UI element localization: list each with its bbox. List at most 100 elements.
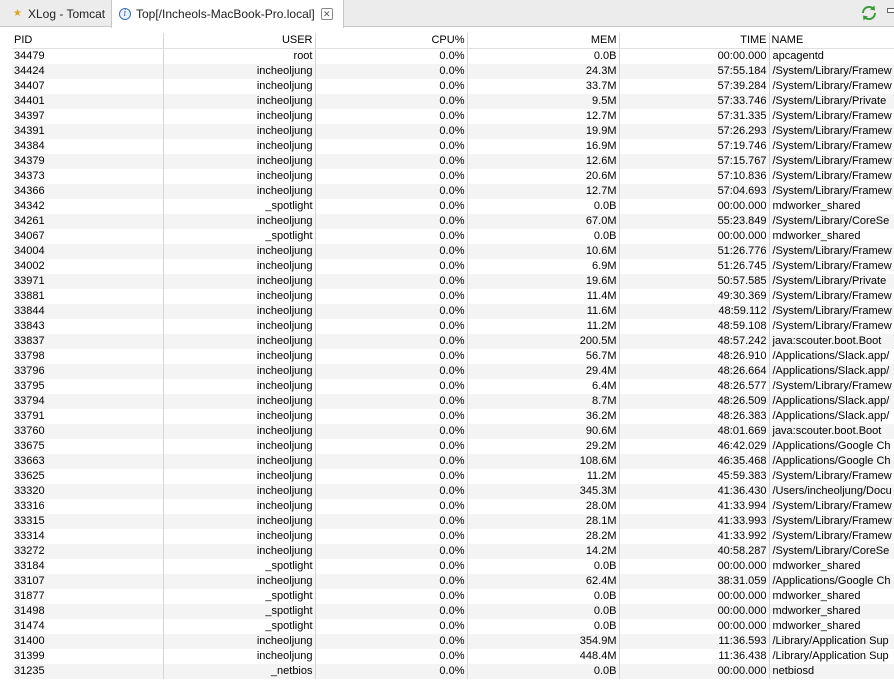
time-cell: 38:31.059: [618, 574, 769, 589]
table-row[interactable]: 34397 incheoljung 0.0% 12.7M 57:31.335/Syste…: [12, 109, 894, 124]
table-row[interactable]: 33798 incheoljung 0.0% 56.7M 48:26.910/Appli…: [12, 349, 894, 364]
table-row[interactable]: 33971 incheoljung 0.0% 19.6M 50:57.585/Syste…: [12, 274, 894, 289]
table-row[interactable]: 31474 _spotlight 0.0% 0.0B 00:00.000 mdworker…: [12, 619, 894, 634]
pid-cell: 31474: [12, 619, 163, 634]
time-cell: 46:42.029: [618, 439, 769, 454]
table-row[interactable]: 33314 incheoljung 0.0% 28.2M 41:33.992/Syste…: [12, 529, 894, 544]
refresh-icon[interactable]: [860, 4, 878, 22]
mem-cell: 9.5M: [466, 94, 619, 109]
table-row[interactable]: 31399 incheoljung 0.0% 448.4M 11:36.438/Libr…: [12, 649, 894, 664]
pid-cell: 34002: [12, 259, 163, 274]
table-row[interactable]: 31400 incheoljung 0.0% 354.9M 11:36.593/Libr…: [12, 634, 894, 649]
column-header-mem[interactable]: MEM: [466, 33, 619, 49]
cpu-cell: 0.0%: [314, 214, 467, 229]
mem-cell: 6.9M: [466, 259, 619, 274]
name-cell: /Users/incheoljung/Docu: [768, 484, 894, 499]
user-cell: incheoljung: [162, 544, 315, 559]
name-cell: /Applications/Google Ch: [768, 439, 894, 454]
table-row[interactable]: 33844 incheoljung 0.0% 11.6M 48:59.112/Syste…: [12, 304, 894, 319]
cpu-cell: 0.0%: [314, 514, 467, 529]
mem-cell: 28.1M: [466, 514, 619, 529]
column-header-cpu[interactable]: CPU%: [314, 33, 467, 49]
cpu-cell: 0.0%: [314, 619, 467, 634]
time-cell: 41:36.430: [618, 484, 769, 499]
user-cell: incheoljung: [162, 409, 315, 424]
table-row[interactable]: 33107 incheoljung 0.0% 62.4M 38:31.059/Appli…: [12, 574, 894, 589]
table-row[interactable]: 33795 incheoljung 0.0% 6.4M 48:26.577/System…: [12, 379, 894, 394]
minimize-icon[interactable]: [884, 4, 894, 22]
pid-cell: 34401: [12, 94, 163, 109]
table-row[interactable]: 33663 incheoljung 0.0% 108.6M 46:35.468/Appl…: [12, 454, 894, 469]
table-row[interactable]: 33760 incheoljung 0.0% 90.6M 48:01.669 java:s…: [12, 424, 894, 439]
cpu-cell: 0.0%: [314, 364, 467, 379]
name-cell: /System/Library/Private: [768, 94, 894, 109]
table-row[interactable]: 34373 incheoljung 0.0% 20.6M 57:10.836/Syste…: [12, 169, 894, 184]
table-row[interactable]: 34342 _spotlight 0.0% 0.0B 00:00.000 mdworker…: [12, 199, 894, 214]
mem-cell: 11.2M: [466, 319, 619, 334]
table-row[interactable]: 34067 _spotlight 0.0% 0.0B 00:00.000 mdworker…: [12, 229, 894, 244]
pid-cell: 31400: [12, 634, 163, 649]
table-row[interactable]: 33272 incheoljung 0.0% 14.2M 40:58.287/Syste…: [12, 544, 894, 559]
star-icon: ★: [13, 8, 22, 19]
table-row[interactable]: 33675 incheoljung 0.0% 29.2M 46:42.029/Appli…: [12, 439, 894, 454]
user-cell: incheoljung: [162, 289, 315, 304]
cpu-cell: 0.0%: [314, 154, 467, 169]
table-row[interactable]: 34401 incheoljung 0.0% 9.5M 57:33.746/System…: [12, 94, 894, 109]
table-row[interactable]: 34002 incheoljung 0.0% 6.9M 51:26.745/System…: [12, 259, 894, 274]
table-row[interactable]: 33843 incheoljung 0.0% 11.2M 48:59.108/Syste…: [12, 319, 894, 334]
table-row[interactable]: 34391 incheoljung 0.0% 19.9M 57:26.293/Syste…: [12, 124, 894, 139]
cpu-cell: 0.0%: [314, 634, 467, 649]
table-row[interactable]: 33791 incheoljung 0.0% 36.2M 48:26.383/Appli…: [12, 409, 894, 424]
mem-cell: 108.6M: [466, 454, 619, 469]
table-row[interactable]: 33625 incheoljung 0.0% 11.2M 45:59.383/Syste…: [12, 469, 894, 484]
cpu-cell: 0.0%: [314, 139, 467, 154]
cpu-cell: 0.0%: [314, 289, 467, 304]
tab-top-process[interactable]: i Top[/Incheols-MacBook-Pro.local] ✕: [111, 0, 344, 28]
table-row[interactable]: 34384 incheoljung 0.0% 16.9M 57:19.746/Syste…: [12, 139, 894, 154]
time-cell: 48:59.108: [618, 319, 769, 334]
time-cell: 57:31.335: [618, 109, 769, 124]
pid-cell: 34342: [12, 199, 163, 214]
table-row[interactable]: 34004 incheoljung 0.0% 10.6M 51:26.776/Syste…: [12, 244, 894, 259]
column-header-pid[interactable]: PID: [12, 33, 163, 49]
process-table-container: PID USER CPU% MEM TIME NAME 34479 root 0.0…: [12, 33, 894, 679]
pid-cell: 34067: [12, 229, 163, 244]
table-row[interactable]: 33837 incheoljung 0.0% 200.5M 48:57.242 java:…: [12, 334, 894, 349]
pid-cell: 33843: [12, 319, 163, 334]
time-cell: 48:26.910: [618, 349, 769, 364]
cpu-cell: 0.0%: [314, 544, 467, 559]
name-cell: mdworker_shared: [768, 619, 894, 634]
table-row[interactable]: 34407 incheoljung 0.0% 33.7M 57:39.284/Syste…: [12, 79, 894, 94]
table-row[interactable]: 34379 incheoljung 0.0% 12.6M 57:15.767/Syste…: [12, 154, 894, 169]
close-icon[interactable]: ✕: [320, 8, 333, 20]
tab-xlog-tomcat[interactable]: ★ XLog - Tomcat: [0, 0, 111, 27]
table-row[interactable]: 33184 _spotlight 0.0% 0.0B 00:00.000 mdworker…: [12, 559, 894, 574]
table-row[interactable]: 33316 incheoljung 0.0% 28.0M 41:33.994/Syste…: [12, 499, 894, 514]
table-row[interactable]: 33315 incheoljung 0.0% 28.1M 41:33.993/Syste…: [12, 514, 894, 529]
table-row[interactable]: 33794 incheoljung 0.0% 8.7M 48:26.509/Applic…: [12, 394, 894, 409]
time-cell: 55:23.849: [618, 214, 769, 229]
time-cell: 46:35.468: [618, 454, 769, 469]
pid-cell: 33844: [12, 304, 163, 319]
table-row[interactable]: 34479 root 0.0% 0.0B 00:00.000 apcagentd: [12, 48, 894, 64]
cpu-cell: 0.0%: [314, 48, 467, 64]
pid-cell: 33794: [12, 394, 163, 409]
column-header-time[interactable]: TIME: [618, 33, 769, 49]
time-cell: 57:04.693: [618, 184, 769, 199]
table-row[interactable]: 33320 incheoljung 0.0% 345.3M 41:36.430/User…: [12, 484, 894, 499]
table-row[interactable]: 31235 _netbios 0.0% 0.0B 00:00.000 netbiosd: [12, 664, 894, 679]
table-row[interactable]: 34366 incheoljung 0.0% 12.7M 57:04.693/Syste…: [12, 184, 894, 199]
table-row[interactable]: 34424 incheoljung 0.0% 24.3M 57:55.184/Syste…: [12, 64, 894, 79]
table-row[interactable]: 31877 _spotlight 0.0% 0.0B 00:00.000 mdworker…: [12, 589, 894, 604]
name-cell: /Applications/Slack.app/: [768, 409, 894, 424]
pid-cell: 33791: [12, 409, 163, 424]
column-header-user[interactable]: USER: [162, 33, 315, 49]
mem-cell: 90.6M: [466, 424, 619, 439]
table-row[interactable]: 33881 incheoljung 0.0% 11.4M 49:30.369/Syste…: [12, 289, 894, 304]
table-row[interactable]: 31498 _spotlight 0.0% 0.0B 00:00.000 mdworker…: [12, 604, 894, 619]
time-cell: 50:57.585: [618, 274, 769, 289]
time-cell: 57:15.767: [618, 154, 769, 169]
table-row[interactable]: 33796 incheoljung 0.0% 29.4M 48:26.664/Appli…: [12, 364, 894, 379]
column-header-name[interactable]: NAME: [768, 33, 894, 49]
table-row[interactable]: 34261 incheoljung 0.0% 67.0M 55:23.849/Syste…: [12, 214, 894, 229]
